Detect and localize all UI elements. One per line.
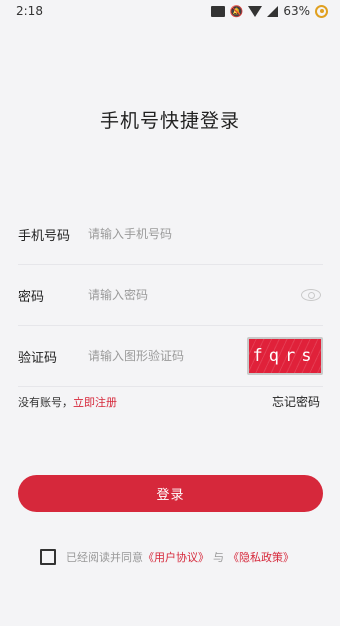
phone-label: 手机号码 — [18, 228, 71, 244]
agreement-checkbox[interactable] — [40, 549, 56, 565]
forgot-password-link[interactable]: 忘记密码 — [272, 393, 320, 410]
status-icons: 🔕 63% — [210, 4, 328, 18]
agreement-prefix: 已经阅读并同意 — [66, 551, 143, 564]
agreement-row: 已经阅读并同意 《用户协议》 与 《隐私政策》 — [40, 549, 330, 565]
mute-bell-icon: 🔕 — [229, 4, 244, 18]
register-prompt: 没有账号，立即注册 — [18, 394, 117, 410]
signal-icon — [267, 5, 279, 17]
status-time: 2:18 — [16, 4, 43, 18]
password-row: 密码 — [18, 265, 323, 326]
captcha-input[interactable] — [88, 326, 247, 386]
battery-level: 63% — [283, 4, 310, 18]
status-bar: 2:18 🔕 63% — [0, 0, 340, 22]
privacy-policy-link[interactable]: 《隐私政策》 — [228, 549, 294, 565]
no-account-text: 没有账号， — [18, 395, 73, 409]
show-password-eye-icon[interactable] — [301, 289, 321, 301]
phone-row: 手机号码 — [18, 204, 323, 265]
battery-saver-icon — [315, 4, 328, 18]
user-agreement-link[interactable]: 《用户协议》 — [143, 549, 209, 565]
register-link[interactable]: 立即注册 — [73, 396, 117, 409]
agreement-and: 与 — [213, 551, 224, 564]
wifi-icon — [248, 5, 263, 17]
login-button[interactable]: 登录 — [18, 475, 323, 512]
page-title: 手机号快捷登录 — [99, 110, 240, 132]
captcha-image[interactable]: fqrs — [247, 337, 323, 375]
password-input[interactable] — [88, 265, 301, 325]
captcha-row: 验证码 fqrs — [18, 326, 323, 387]
captcha-label: 验证码 — [18, 350, 58, 366]
password-label: 密码 — [18, 289, 45, 305]
phone-input[interactable] — [88, 204, 323, 264]
sim-card-icon — [210, 5, 225, 17]
account-links: 没有账号，立即注册 忘记密码 — [18, 393, 320, 410]
